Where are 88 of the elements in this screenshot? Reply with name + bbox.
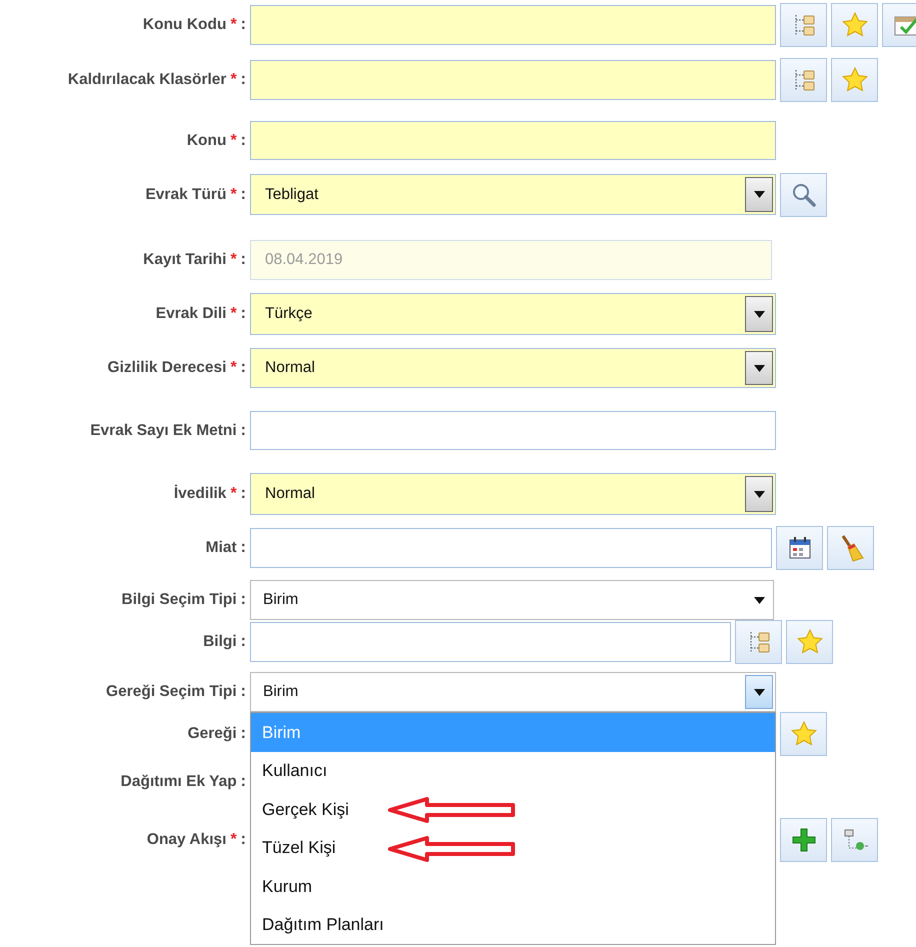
dropdown-field[interactable]: Tebligat — [250, 174, 776, 215]
dropdown-field[interactable]: Birim — [250, 672, 776, 712]
star-icon — [840, 11, 868, 39]
colon: : — [240, 772, 246, 792]
field-label: Gizlilik Derecesi — [108, 358, 226, 378]
input-field[interactable] — [250, 411, 776, 450]
dropdown-field[interactable]: Normal — [250, 348, 776, 388]
required-mark: * — [230, 484, 237, 504]
caret-icon — [754, 688, 764, 696]
colon: : — [240, 184, 246, 204]
star-icon — [796, 628, 824, 656]
dropdown-toggle[interactable] — [745, 296, 773, 332]
field-label: Evrak Dili — [156, 304, 226, 324]
plus-button[interactable] — [780, 818, 827, 862]
calendar-button[interactable] — [776, 526, 823, 570]
field-label: Gereği Seçim Tipi — [106, 682, 237, 702]
caret-icon — [754, 191, 764, 198]
field-label: Bilgi Seçim Tipi — [122, 590, 237, 610]
star-button[interactable] — [831, 3, 878, 47]
star-button[interactable] — [786, 620, 833, 664]
colon: : — [240, 304, 246, 324]
required-mark: * — [230, 250, 237, 270]
field-label: Gereği — [188, 724, 237, 744]
dropdown-option[interactable]: Tüzel Kişi — [251, 828, 775, 867]
star-icon — [840, 66, 868, 94]
flow-button[interactable] — [831, 818, 878, 862]
tree-button[interactable] — [780, 58, 827, 102]
input-field[interactable] — [250, 5, 776, 45]
input-field[interactable] — [250, 622, 731, 662]
input-field[interactable] — [250, 60, 776, 100]
colon: : — [240, 358, 246, 378]
field-label: Evrak Sayı Ek Metni — [90, 420, 237, 441]
star-button[interactable] — [780, 712, 827, 756]
dropdown-option[interactable]: Kullanıcı — [251, 752, 775, 790]
required-mark: * — [230, 15, 237, 35]
field-label: Bilgi — [203, 632, 237, 652]
colon: : — [240, 484, 246, 504]
colon: : — [240, 830, 246, 850]
checklist-button[interactable] — [882, 3, 916, 47]
tree-button[interactable] — [780, 3, 827, 47]
colon: : — [240, 590, 246, 610]
search-button[interactable] — [780, 172, 827, 216]
dropdown-toggle[interactable] — [745, 351, 773, 385]
dropdown-option[interactable]: Kurum — [251, 867, 775, 906]
dropdown-toggle[interactable] — [745, 177, 773, 212]
colon: : — [240, 632, 246, 652]
colon: : — [240, 130, 246, 150]
caret-icon — [754, 310, 764, 318]
dropdown-field[interactable]: Normal — [250, 473, 776, 515]
field-label: Onay Akışı — [146, 830, 226, 850]
dropdown-toggle[interactable] — [745, 675, 773, 709]
field-label: Dağıtımı Ek Yap — [120, 772, 237, 792]
colon: : — [240, 724, 246, 744]
dropdown-field[interactable]: Türkçe — [250, 293, 776, 335]
star-icon — [790, 720, 818, 748]
dropdown-toggle[interactable] — [745, 476, 773, 512]
caret-icon — [754, 490, 764, 498]
required-mark: * — [230, 184, 237, 204]
tree-button[interactable] — [735, 620, 782, 664]
plus-icon — [790, 826, 818, 854]
required-mark: * — [230, 304, 237, 324]
required-mark: * — [230, 830, 237, 850]
caret-icon — [754, 364, 764, 372]
required-mark: * — [230, 70, 237, 90]
field-label: Konu Kodu — [142, 15, 226, 36]
field-label: Kaldırılacak Klasörler — [68, 70, 226, 90]
field-label: Kayıt Tarihi — [143, 250, 226, 270]
colon: : — [240, 70, 246, 90]
star-button[interactable] — [831, 58, 878, 102]
field-label: Konu — [186, 130, 226, 151]
colon: : — [240, 250, 246, 270]
colon: : — [240, 682, 246, 702]
caret-icon — [754, 596, 765, 604]
required-mark: * — [230, 130, 237, 150]
colon: : — [240, 538, 246, 558]
date-field: 08.04.2019 — [250, 240, 772, 280]
colon: : — [240, 15, 246, 35]
input-field[interactable] — [250, 528, 772, 568]
dropdown-option[interactable]: Dağıtım Planları — [251, 906, 775, 944]
required-mark: * — [230, 358, 237, 378]
broom-button[interactable] — [827, 526, 874, 570]
colon: : — [240, 420, 246, 440]
field-label: Miat — [206, 538, 237, 558]
dropdown-field[interactable]: Birim — [250, 580, 774, 620]
field-label: İvedilik — [174, 484, 226, 504]
field-label: Evrak Türü — [145, 184, 226, 205]
dropdown-option[interactable]: Gerçek Kişi — [251, 790, 775, 828]
input-field[interactable] — [250, 121, 776, 160]
